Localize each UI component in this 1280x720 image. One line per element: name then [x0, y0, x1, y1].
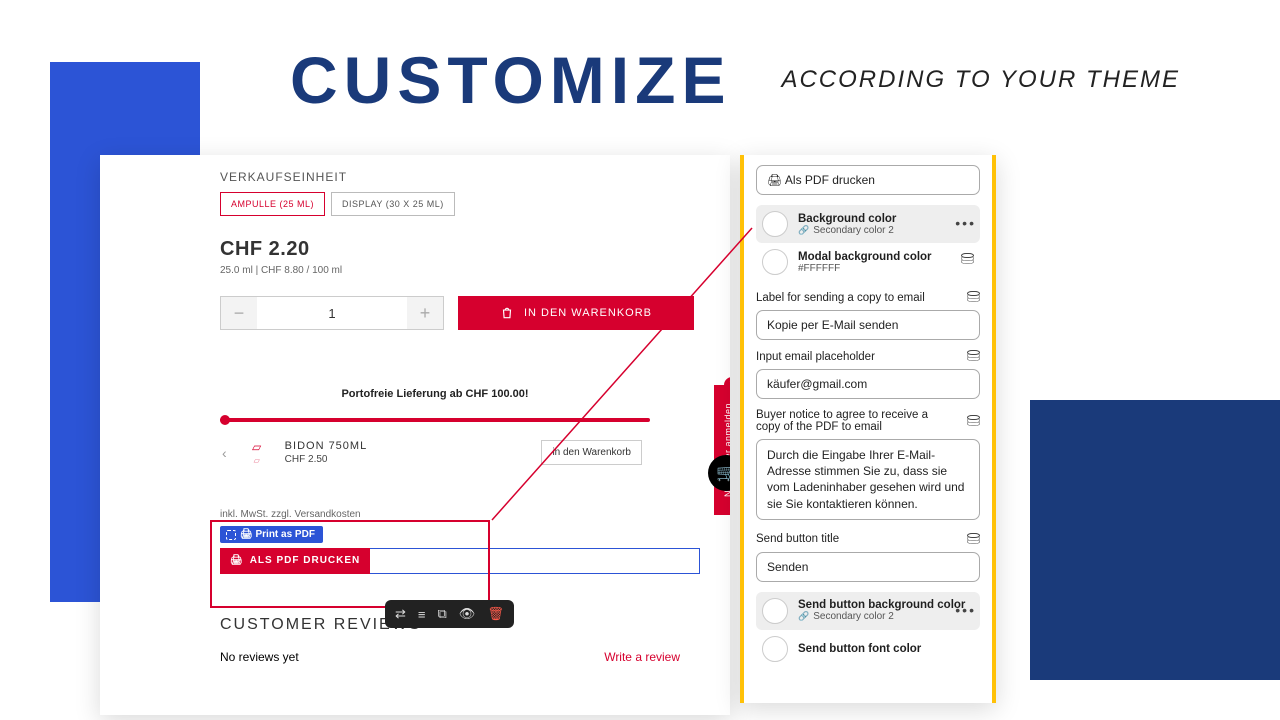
variant-chip-display[interactable]: DISPLAY (30 X 25 ML): [331, 192, 455, 216]
send-font-color-row[interactable]: Send button font color: [756, 630, 980, 668]
theme-editor-badge-label: 🖨 Print as PDF: [240, 529, 315, 540]
print-as-pdf-button[interactable]: ALS PDF DRUCKEN: [220, 548, 370, 574]
theme-editor-selection-outline: [370, 548, 700, 574]
background-color-swatch: [762, 211, 788, 237]
qty-plus-button[interactable]: +: [407, 297, 443, 329]
variant-list: AMPULLE (25 ML) DISPLAY (30 X 25 ML): [220, 192, 700, 216]
row-menu-icon[interactable]: •••: [955, 602, 976, 618]
send-bg-color-row[interactable]: Send button background color 🔗 Secondary…: [756, 592, 980, 630]
related-name: BIDON 750ML: [285, 440, 368, 452]
placeholder-field-label: Input email placeholder: [756, 351, 875, 363]
tax-note: inkl. MwSt. zzgl. Versandkosten: [220, 509, 700, 520]
notice-field-label: Buyer notice to agree to receive a copy …: [756, 409, 946, 433]
qty-stepper: − 1 +: [220, 296, 444, 330]
add-to-cart-button[interactable]: IN DEN WARENKORB: [458, 296, 694, 330]
move-block-icon[interactable]: ⇄: [395, 606, 406, 622]
print-as-pdf-label: ALS PDF DRUCKEN: [250, 555, 361, 566]
hero-card: CUSTOMIZE ACCORDING TO YOUR THEME: [200, 0, 1280, 160]
block-editor-toolbar: ⇄ ≡ ⧉ 👁 🗑: [385, 600, 514, 628]
related-add-button[interactable]: in den Warenkorb: [541, 440, 642, 465]
dynamic-source-icon[interactable]: [967, 533, 980, 546]
floating-cart-button[interactable]: 🛒: [708, 455, 730, 491]
dynamic-source-icon[interactable]: [967, 350, 980, 363]
background-color-title: Background color: [798, 213, 896, 225]
send-bg-sub: Secondary color 2: [813, 611, 894, 622]
hide-block-icon[interactable]: 👁: [459, 606, 476, 622]
modal-bg-swatch: [762, 249, 788, 275]
delete-block-icon[interactable]: 🗑: [487, 606, 504, 622]
bg-shape-right: [1030, 400, 1280, 680]
related-product-row: ‹ ▱ ▱ BIDON 750ML CHF 2.50 in den Warenk…: [220, 440, 700, 465]
send-title-input[interactable]: [756, 552, 980, 582]
link-icon: 🔗: [798, 225, 809, 236]
product-unit-price: 25.0 ml | CHF 8.80 / 100 ml: [220, 265, 700, 276]
hero-subtitle: ACCORDING TO YOUR THEME: [781, 66, 1179, 94]
add-to-cart-label: IN DEN WARENKORB: [524, 307, 652, 319]
product-price: CHF 2.20: [220, 238, 700, 261]
background-color-sub: Secondary color 2: [813, 225, 894, 236]
storefront-preview: VERKAUFSEINHEIT AMPULLE (25 ML) DISPLAY …: [100, 155, 730, 715]
send-bg-swatch: [762, 598, 788, 624]
bag-icon: [500, 306, 514, 320]
modal-bg-title: Modal background color: [798, 251, 932, 263]
theme-editor-badge[interactable]: 🖨 Print as PDF: [220, 526, 323, 543]
background-color-row[interactable]: Background color 🔗 Secondary color 2 •••: [756, 205, 980, 243]
free-shipping-bar: [220, 418, 650, 422]
dynamic-source-icon[interactable]: [967, 415, 980, 428]
write-review-link[interactable]: Write a review: [604, 650, 680, 664]
qty-value: 1: [257, 297, 407, 329]
qty-minus-button[interactable]: −: [221, 297, 257, 329]
variant-section-label: VERKAUFSEINHEIT: [220, 170, 700, 184]
button-label-input[interactable]: [756, 165, 980, 195]
hero-title: CUSTOMIZE: [290, 42, 731, 118]
placeholder-input[interactable]: [756, 369, 980, 399]
newsletter-tab[interactable]: Newsletter anmelden: [714, 385, 730, 515]
related-prev-button[interactable]: ‹: [220, 441, 229, 465]
send-font-title: Send button font color: [798, 643, 921, 655]
bottle-icon-shadow: ▱: [254, 456, 260, 465]
free-shipping-text: Portofreie Lieferung ab CHF 100.00!: [220, 388, 650, 400]
label-email-input[interactable]: [756, 310, 980, 340]
dynamic-source-icon[interactable]: [967, 291, 980, 304]
dynamic-source-icon[interactable]: [961, 253, 974, 266]
send-title-field-label: Send button title: [756, 533, 839, 545]
row-menu-icon[interactable]: •••: [955, 215, 976, 231]
align-block-icon[interactable]: ≡: [418, 607, 426, 622]
related-thumb: ▱ ▱: [249, 440, 265, 465]
duplicate-block-icon[interactable]: ⧉: [438, 606, 447, 622]
cart-icon: 🛒: [716, 463, 730, 483]
theme-settings-panel: Background color 🔗 Secondary color 2 •••…: [740, 155, 996, 703]
modal-bg-sub: #FFFFFF: [798, 263, 932, 274]
printer-icon: [230, 555, 244, 566]
notice-textarea[interactable]: [756, 439, 980, 520]
buy-row: − 1 + IN DEN WARENKORB: [220, 296, 700, 330]
send-font-swatch: [762, 636, 788, 662]
related-price: CHF 2.50: [285, 454, 368, 465]
bottle-icon: ▱: [252, 440, 261, 454]
label-email-field-label: Label for sending a copy to email: [756, 292, 925, 304]
free-shipping-block: Portofreie Lieferung ab CHF 100.00!: [220, 388, 700, 422]
variant-chip-ampulle[interactable]: AMPULLE (25 ML): [220, 192, 325, 216]
selection-icon: [226, 530, 236, 540]
no-reviews-text: No reviews yet: [220, 650, 299, 664]
modal-bg-row[interactable]: Modal background color #FFFFFF: [756, 243, 980, 281]
send-bg-title: Send button background color: [798, 599, 965, 611]
link-icon: 🔗: [798, 611, 809, 622]
free-shipping-progress-dot: [220, 415, 230, 425]
